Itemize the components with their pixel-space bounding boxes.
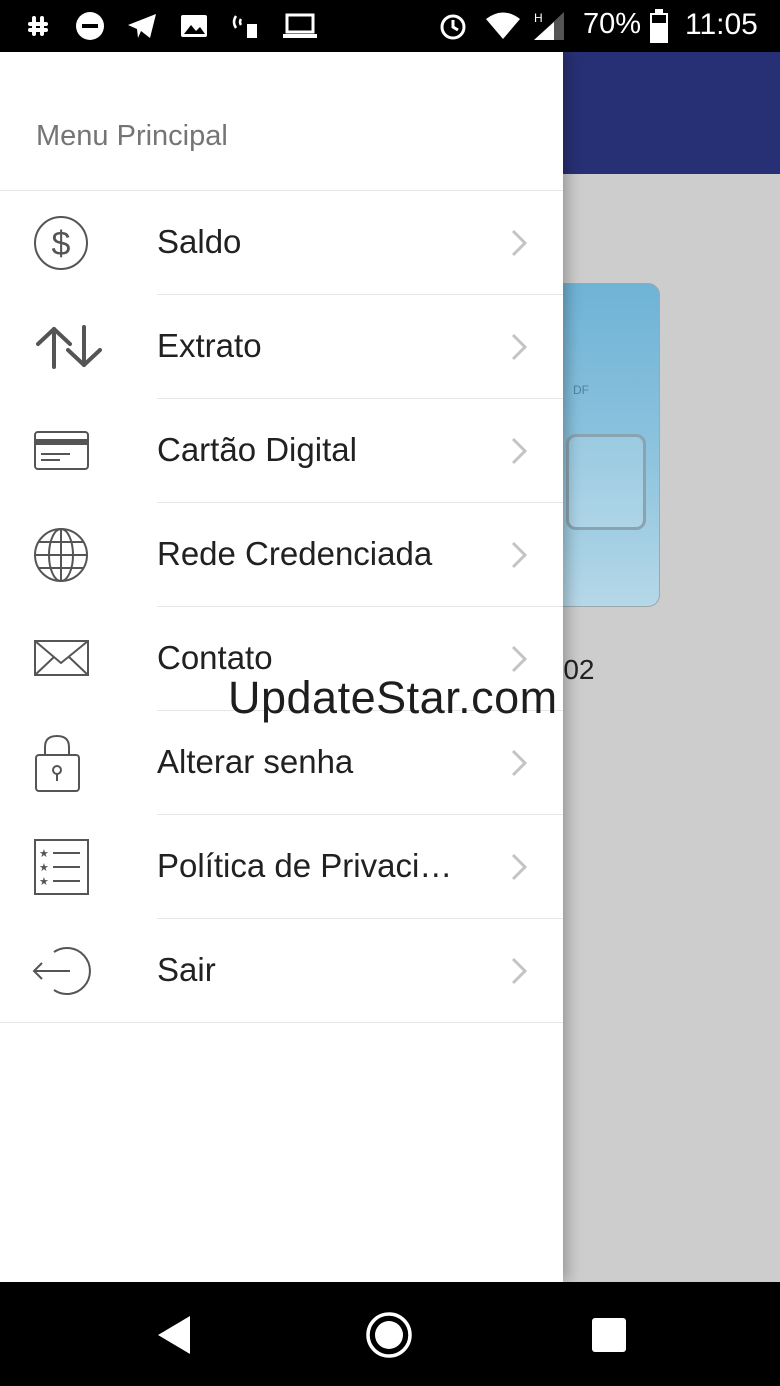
svg-text:★: ★ <box>39 847 49 860</box>
menu-list: $ Saldo Extrato Cartão Digital Rede Cred… <box>0 191 563 1023</box>
menu-item-label: Saldo <box>157 223 242 260</box>
home-button[interactable] <box>364 1310 414 1360</box>
watermark: UpdateStar.com <box>228 672 558 723</box>
menu-item-label: Alterar senha <box>157 743 354 780</box>
clock: 11:05 <box>685 8 758 41</box>
chevron-right-icon <box>511 645 528 673</box>
chevron-right-icon <box>511 437 528 465</box>
menu-item-label: Extrato <box>157 327 262 364</box>
telegram-icon <box>128 14 156 38</box>
globe-icon <box>34 528 88 582</box>
menu-item-label: Rede Credenciada <box>157 535 433 572</box>
credit-card-icon <box>34 431 89 470</box>
lock-icon <box>35 734 80 792</box>
navigation-bar <box>0 1282 780 1386</box>
dnd-icon <box>76 12 104 40</box>
svg-text:★: ★ <box>39 861 49 874</box>
menu-item-alterar-senha[interactable]: Alterar senha <box>0 711 563 815</box>
svg-text:★: ★ <box>39 875 49 888</box>
card-text: DF <box>573 383 589 397</box>
chevron-right-icon <box>511 541 528 569</box>
menu-item-cartao-digital[interactable]: Cartão Digital <box>0 399 563 503</box>
navigation-drawer: Menu Principal $ Saldo Extrato Cartão Di… <box>0 52 563 1282</box>
recents-button[interactable] <box>584 1310 634 1360</box>
signal-icon: H <box>534 11 564 40</box>
chevron-right-icon <box>511 333 528 361</box>
dollar-icon: $ <box>34 216 88 270</box>
list-icon: ★★★ <box>34 839 89 895</box>
divider <box>0 1022 563 1023</box>
chevron-right-icon <box>511 853 528 881</box>
battery-percent: 70% <box>583 8 642 40</box>
envelope-icon <box>34 640 89 676</box>
status-bar: H 70% 11:05 <box>0 0 780 52</box>
chevron-right-icon <box>511 229 528 257</box>
menu-item-rede-credenciada[interactable]: Rede Credenciada <box>0 503 563 607</box>
menu-item-label: Política de Privaci… <box>157 847 453 884</box>
card-badge <box>566 434 646 530</box>
battery-icon <box>650 9 668 43</box>
slack-icon <box>28 16 48 36</box>
menu-item-politica-privacidade[interactable]: ★ ★ ★ Política de Privaci… <box>0 815 563 919</box>
menu-item-sair[interactable]: Sair <box>0 919 563 1023</box>
svg-text:H: H <box>534 11 543 25</box>
image-icon <box>181 15 207 37</box>
wifi-icon <box>486 12 520 39</box>
menu-item-label: Cartão Digital <box>157 431 357 468</box>
menu-item-saldo[interactable]: $ Saldo <box>0 191 563 295</box>
svg-text:$: $ <box>52 225 71 263</box>
menu-item-extrato[interactable]: Extrato <box>0 295 563 399</box>
menu-item-label: Sair <box>157 951 216 988</box>
alarm-icon <box>440 14 466 40</box>
back-button[interactable] <box>150 1310 200 1360</box>
drawer-header: Menu Principal <box>36 120 228 152</box>
transfer-arrows-icon <box>36 325 102 369</box>
chevron-right-icon <box>511 957 528 985</box>
hotspot-icon <box>232 15 257 38</box>
chevron-right-icon <box>511 749 528 777</box>
logout-icon <box>32 947 91 995</box>
laptop-icon <box>283 13 317 38</box>
